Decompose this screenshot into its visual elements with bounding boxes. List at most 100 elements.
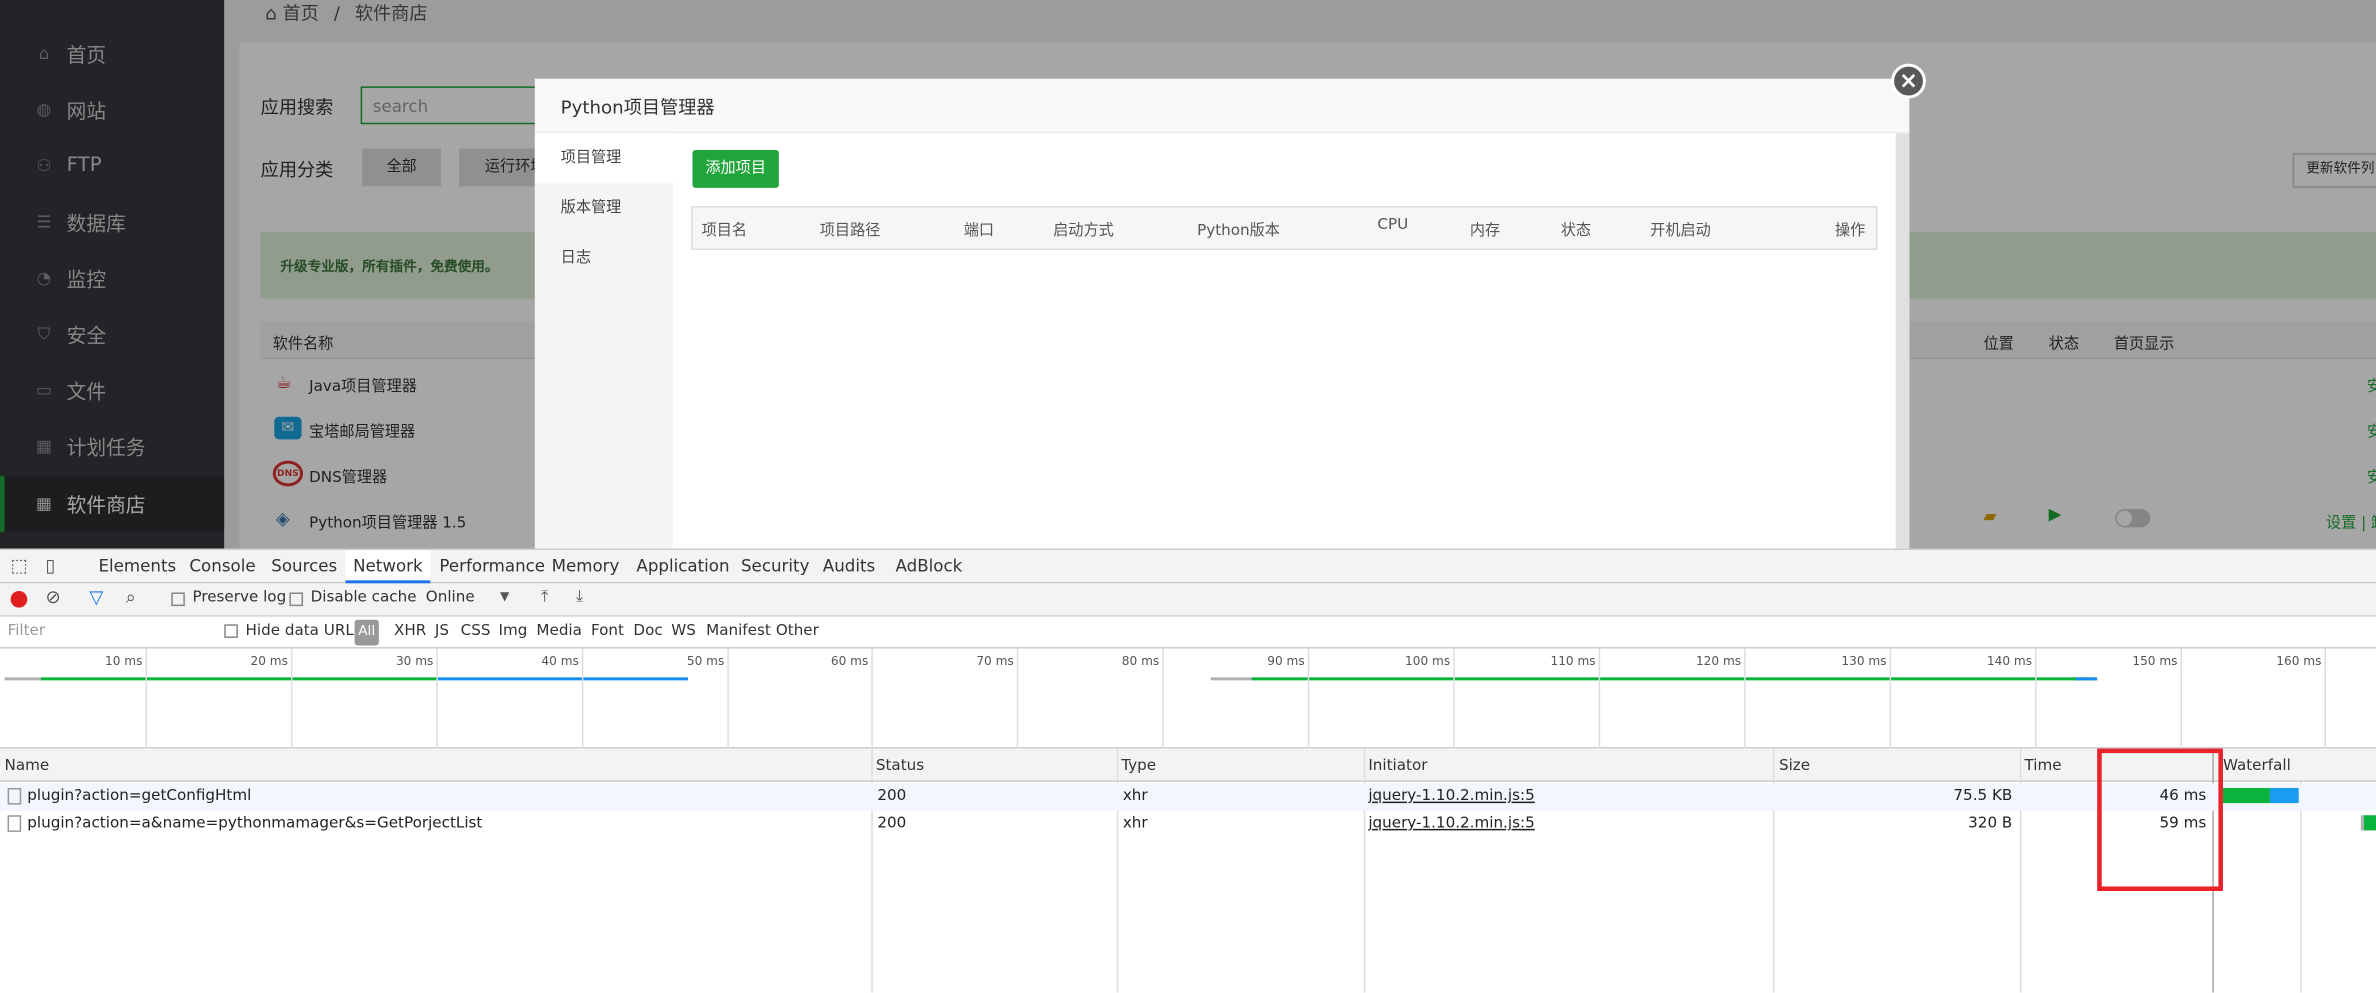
record-icon[interactable] xyxy=(10,590,28,608)
table-row[interactable] xyxy=(0,783,2376,811)
request-name[interactable]: plugin?action=getConfigHtml xyxy=(27,788,251,805)
hide-data-urls-checkbox[interactable] xyxy=(224,624,238,638)
timeline-gridline xyxy=(2180,648,2183,749)
timeline-tick-label: 90 ms xyxy=(1267,654,1305,669)
close-icon[interactable]: × xyxy=(1891,63,1926,99)
chevron-down-icon: ▼ xyxy=(500,589,510,604)
tab-audits[interactable]: Audits xyxy=(823,550,875,583)
request-status: 200 xyxy=(877,787,907,805)
import-har-icon[interactable]: ⤒ xyxy=(541,586,548,607)
col-initiator[interactable]: Initiator xyxy=(1368,758,1427,775)
timeline-tick-label: 20 ms xyxy=(250,654,288,669)
request-initiator[interactable]: jquery-1.10.2.min.js:5 xyxy=(1368,788,1534,805)
modal-title: Python项目管理器 xyxy=(560,96,715,119)
tab-application[interactable]: Application xyxy=(636,550,729,583)
tab-version-management[interactable]: 版本管理 xyxy=(535,183,673,233)
inspect-icon[interactable]: ⬚ xyxy=(11,555,28,576)
type-filter-media[interactable]: Media xyxy=(536,623,582,640)
tab-performance[interactable]: Performance xyxy=(439,550,545,583)
filter-icon[interactable]: ▽ xyxy=(89,586,103,607)
col-cpu: CPU xyxy=(1377,216,1409,234)
request-status: 200 xyxy=(877,815,907,832)
disable-cache-checkbox[interactable] xyxy=(289,592,304,607)
type-filter-doc[interactable]: Doc xyxy=(633,623,662,640)
type-filter-manifest[interactable]: Manifest xyxy=(706,623,771,640)
col-size[interactable]: Size xyxy=(1779,758,1810,775)
tab-console[interactable]: Console xyxy=(189,550,255,583)
col-actions: 操作 xyxy=(1835,222,1866,240)
preserve-log-checkbox[interactable] xyxy=(171,592,185,607)
timeline-gridline xyxy=(1307,648,1310,749)
timeline-tick-label: 160 ms xyxy=(2276,654,2322,669)
tab-adblock[interactable]: AdBlock xyxy=(896,550,963,583)
timeline-gridline xyxy=(2324,648,2326,749)
timeline-gridline xyxy=(727,648,729,749)
clear-icon[interactable]: ⊘ xyxy=(45,586,60,607)
type-filter-font[interactable]: Font xyxy=(591,623,624,640)
timeline-gridline xyxy=(2035,648,2037,749)
tab-security[interactable]: Security xyxy=(741,550,809,583)
request-name[interactable]: plugin?action=a&name=pythonmamager&s=Get… xyxy=(27,815,482,832)
timeline-tick-label: 10 ms xyxy=(105,654,143,669)
tab-elements[interactable]: Elements xyxy=(98,550,176,583)
timeline-tick-label: 70 ms xyxy=(976,654,1014,669)
request-initiator[interactable]: jquery-1.10.2.min.js:5 xyxy=(1368,815,1534,832)
timeline-gridline xyxy=(1744,648,1746,749)
col-start-mode: 启动方式 xyxy=(1053,222,1114,240)
modal-scrollbar[interactable] xyxy=(1895,133,1910,549)
export-har-icon[interactable]: ⤓ xyxy=(576,586,583,607)
col-port: 端口 xyxy=(963,222,995,240)
throttling-select[interactable]: Online xyxy=(426,589,475,606)
filter-input[interactable]: Filter xyxy=(5,620,208,646)
type-filter-css[interactable]: CSS xyxy=(461,623,491,640)
waterfall-bar-ttfb xyxy=(2363,815,2376,831)
overview-bar-wait xyxy=(1210,677,1252,681)
type-filter-other[interactable]: Other xyxy=(776,623,819,640)
tab-project-management[interactable]: 项目管理 xyxy=(534,133,673,184)
tab-network[interactable]: Network xyxy=(345,550,431,584)
col-status[interactable]: Status xyxy=(876,758,924,775)
type-filter-img[interactable]: Img xyxy=(499,623,528,640)
type-filter-js[interactable]: JS xyxy=(435,623,449,640)
request-size: 320 B xyxy=(1968,815,2013,832)
add-project-button[interactable]: 添加项目 xyxy=(692,150,779,188)
col-python-version: Python版本 xyxy=(1197,222,1280,240)
timeline-gridline xyxy=(1889,648,1892,749)
overview-bar-download xyxy=(2075,677,2098,681)
timeline-gridline xyxy=(1453,648,1455,749)
col-memory: 内存 xyxy=(1469,222,1501,240)
col-type[interactable]: Type xyxy=(1121,758,1156,775)
timeline-tick-label: 130 ms xyxy=(1841,654,1887,669)
overview-bar-download xyxy=(437,677,688,681)
request-type: xhr xyxy=(1122,815,1148,832)
modal-title-bar xyxy=(534,78,1910,134)
timeline-tick-label: 80 ms xyxy=(1121,654,1160,669)
timeline-tick-label: 60 ms xyxy=(830,654,869,669)
col-time[interactable]: Time xyxy=(2024,758,2061,775)
overview-bar-ttfb xyxy=(1251,677,2095,681)
type-filter-xhr[interactable]: XHR xyxy=(394,623,426,640)
col-state: 状态 xyxy=(1560,222,1592,240)
timeline-tick-label: 100 ms xyxy=(1405,654,1451,669)
tab-sources[interactable]: Sources xyxy=(271,550,337,583)
device-toggle-icon[interactable]: ▯ xyxy=(45,555,55,576)
tab-logs[interactable]: 日志 xyxy=(535,233,673,283)
timeline-gridline xyxy=(436,648,438,749)
waterfall-bar-ttfb xyxy=(2222,787,2270,804)
type-filter-ws[interactable]: WS xyxy=(671,623,696,640)
preserve-log-label: Preserve log xyxy=(192,589,287,607)
overview-bar-wait xyxy=(4,677,41,681)
tab-memory[interactable]: Memory xyxy=(552,550,620,583)
request-type: xhr xyxy=(1122,787,1148,805)
col-waterfall[interactable]: Waterfall xyxy=(2223,758,2291,775)
disable-cache-label: Disable cache xyxy=(310,589,417,607)
waterfall-gridline xyxy=(2300,781,2302,993)
timeline-gridline xyxy=(581,648,584,749)
search-icon[interactable]: ⌕ xyxy=(126,586,136,609)
timeline-tick-label: 120 ms xyxy=(1695,654,1742,669)
timeline-gridline xyxy=(1598,648,1601,749)
timeline-gridline xyxy=(290,648,293,749)
col-name[interactable]: Name xyxy=(5,758,50,775)
timeline-gridline xyxy=(1016,648,1019,749)
type-filter-all[interactable]: All xyxy=(354,619,379,646)
